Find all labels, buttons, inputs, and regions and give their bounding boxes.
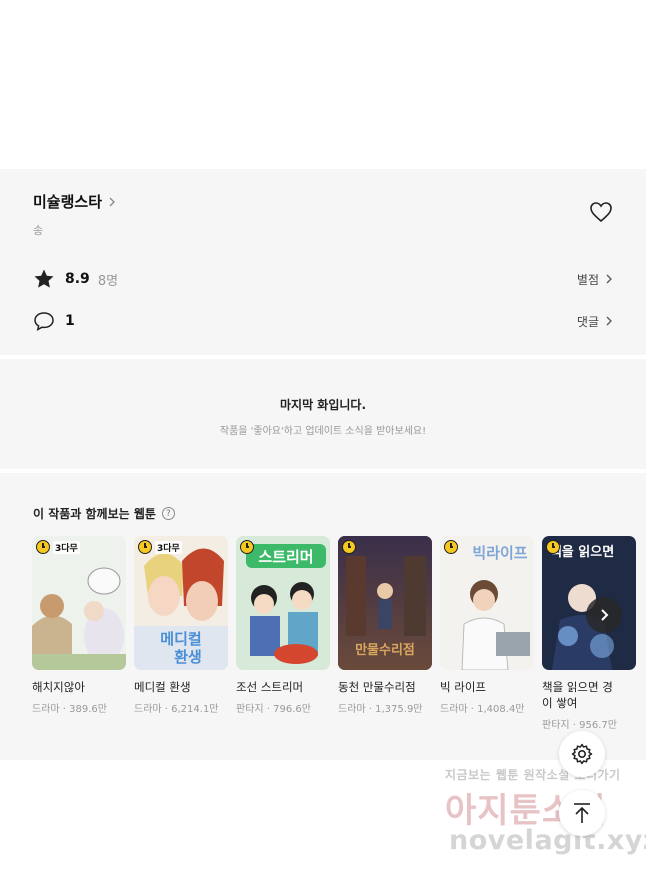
comment-count: 1 — [65, 313, 75, 329]
recommendation-carousel: 3다무 해치지않아 드라마 · 389.6만 메디컬 환생 3다무 메디컬 환생 … — [32, 536, 646, 746]
last-episode-notice: 마지막 화입니다. 작품을 '좋아요'하고 업데이트 소식을 받아보세요! — [0, 359, 646, 469]
clock-icon — [36, 540, 50, 554]
recommendation-card[interactable]: 3다무 해치지않아 드라마 · 389.6만 — [32, 536, 126, 715]
watermark-url: novelagit.xyz — [449, 825, 646, 856]
recommendation-card[interactable]: 책을 읽으면 책을 읽으면 경이 쌓여 판타지 · 956.7만 — [542, 536, 636, 731]
card-meta: 드라마 · 6,214.1만 — [134, 704, 219, 715]
card-meta: 드라마 · 1,408.4만 — [440, 704, 525, 715]
svg-text:만물수리점: 만물수리점 — [355, 642, 415, 658]
thumbnail-art: 빅라이프 — [440, 536, 534, 670]
card-thumbnail: 만물수리점 — [338, 536, 432, 670]
card-meta: 드라마 · 389.6만 — [32, 704, 107, 715]
card-thumbnail: 메디컬 환생 3다무 — [134, 536, 228, 670]
last-episode-subtitle: 작품을 '좋아요'하고 업데이트 소식을 받아보세요! — [219, 425, 427, 437]
heart-icon[interactable] — [589, 201, 613, 223]
badge — [546, 540, 560, 554]
clock-icon — [138, 540, 152, 554]
chevron-right-icon — [606, 316, 612, 326]
card-title: 동천 만물수리점 — [338, 680, 416, 694]
carousel-next-button[interactable] — [586, 597, 622, 633]
card-title: 해치지않아 — [32, 680, 85, 694]
recommendations-heading-row: 이 작품과 함께보는 웹툰 ? — [33, 505, 646, 522]
webtoon-viewer-end: 미슐랭스타 송 8.9 8명 별점 1 댓글 마지막 화입니다. 작품을 '좋아… — [0, 0, 646, 876]
clock-icon — [240, 540, 254, 554]
series-title: 미슐랭스타 — [33, 193, 103, 211]
rating-link[interactable]: 별점 — [577, 271, 613, 288]
carousel-track: 3다무 해치지않아 드라마 · 389.6만 메디컬 환생 3다무 메디컬 환생 … — [32, 536, 646, 746]
chevron-right-icon — [601, 609, 609, 621]
badge — [240, 540, 254, 554]
card-meta: 드라마 · 1,375.9만 — [338, 704, 423, 715]
svg-text:환생: 환생 — [174, 648, 202, 666]
series-title-link[interactable]: 미슐랭스타 — [33, 191, 613, 212]
thumbnail-art — [32, 536, 126, 670]
card-title: 책을 읽으면 경이 쌓여 — [542, 679, 636, 711]
recommendation-card[interactable]: 메디컬 환생 3다무 메디컬 환생 드라마 · 6,214.1만 — [134, 536, 228, 715]
chevron-right-icon — [606, 274, 612, 284]
series-info-panel: 미슐랭스타 송 8.9 8명 별점 1 댓글 — [0, 169, 646, 355]
badge-label: 3다무 — [53, 540, 80, 554]
card-title-line1: 책을 읽으면 경 — [542, 680, 613, 694]
last-episode-title: 마지막 화입니다. — [279, 397, 367, 412]
rating-count: 8명 — [97, 273, 119, 289]
svg-text:빅라이프: 빅라이프 — [472, 544, 527, 562]
card-title-line2: 이 쌓여 — [542, 696, 578, 710]
clock-icon — [546, 540, 560, 554]
clock-icon — [342, 540, 356, 554]
chevron-right-icon — [109, 197, 115, 206]
gear-icon — [571, 743, 593, 765]
star-icon — [34, 269, 54, 288]
top-blank-area — [0, 0, 646, 169]
badge — [342, 540, 356, 554]
badge: 3다무 — [138, 540, 182, 554]
comment-row: 1 댓글 — [33, 310, 613, 332]
card-meta: 판타지 · 796.6만 — [236, 704, 311, 715]
badge-label: 3다무 — [155, 540, 182, 554]
settings-button[interactable] — [559, 731, 605, 777]
svg-text:스트리머: 스트리머 — [258, 548, 313, 566]
comment-link[interactable]: 댓글 — [577, 313, 613, 330]
scroll-to-top-button[interactable] — [559, 790, 605, 836]
card-meta: 판타지 · 956.7만 — [542, 720, 617, 731]
badge: 3다무 — [36, 540, 80, 554]
card-thumbnail: 빅라이프 — [440, 536, 534, 670]
card-title: 메디컬 환생 — [134, 680, 191, 694]
rating-link-label: 별점 — [576, 272, 599, 287]
thumbnail-art: 메디컬환생 — [134, 536, 228, 670]
card-title: 조선 스트리머 — [236, 680, 304, 694]
recommendation-card[interactable]: 스트리머 조선 스트리머 판타지 · 796.6만 — [236, 536, 330, 715]
speech-bubble-icon — [34, 312, 54, 331]
thumbnail-art: 스트리머 — [236, 536, 330, 670]
thumbnail-art: 만물수리점 — [338, 536, 432, 670]
card-title: 빅 라이프 — [440, 680, 486, 694]
svg-text:메디컬: 메디컬 — [160, 630, 201, 648]
clock-icon — [444, 540, 458, 554]
badge — [444, 540, 458, 554]
recommendation-card[interactable]: 빅라이프 빅 라이프 드라마 · 1,408.4만 — [440, 536, 534, 715]
card-thumbnail: 3다무 — [32, 536, 126, 670]
recommendations-heading: 이 작품과 함께보는 웹툰 — [33, 507, 156, 521]
recommendation-card[interactable]: 만물수리점 동천 만물수리점 드라마 · 1,375.9만 — [338, 536, 432, 715]
rating-score: 8.9 — [65, 271, 90, 287]
rating-row: 8.9 8명 별점 — [33, 268, 613, 290]
help-icon[interactable]: ? — [161, 507, 175, 520]
card-thumbnail: 스트리머 — [236, 536, 330, 670]
arrow-up-icon — [574, 803, 590, 823]
comment-link-label: 댓글 — [576, 314, 599, 329]
series-author: 송 — [33, 224, 44, 237]
